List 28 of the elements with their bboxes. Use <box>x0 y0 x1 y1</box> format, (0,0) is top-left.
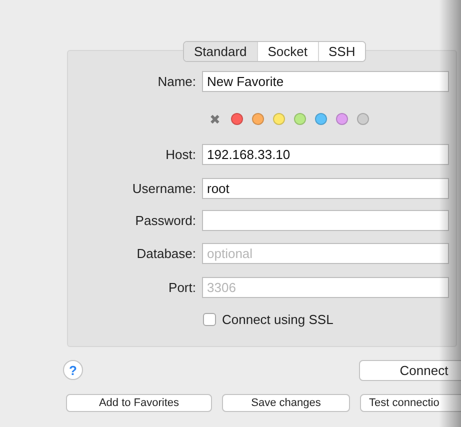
color-swatch[interactable] <box>252 113 264 125</box>
action-button[interactable]: Save changes <box>222 394 350 412</box>
input-field[interactable]: 3306 <box>202 276 449 298</box>
field-label: Name: <box>156 74 197 88</box>
action-button[interactable]: Test connectio <box>360 394 461 412</box>
input-field[interactable]: root <box>202 178 449 198</box>
field-label: Username: <box>131 180 197 196</box>
checkbox-label: Connect using SSL <box>222 312 334 327</box>
input-field[interactable]: optional <box>202 242 449 264</box>
field-label: Port: <box>168 280 197 294</box>
input-field[interactable]: 192.168.33.10 <box>202 144 449 164</box>
color-swatch[interactable] <box>315 113 327 125</box>
name-field[interactable]: New Favorite <box>202 70 449 92</box>
tab[interactable]: Standard <box>184 42 257 61</box>
color-swatch[interactable] <box>231 113 243 125</box>
tab[interactable]: SSH <box>318 42 366 61</box>
field-label: Host: <box>164 146 197 162</box>
field-label: Password: <box>134 212 197 228</box>
action-button[interactable]: Add to Favorites <box>66 394 212 412</box>
color-swatch[interactable] <box>357 113 369 125</box>
connect-button[interactable]: Connect <box>359 360 461 380</box>
ssl-checkbox[interactable] <box>203 313 216 326</box>
help-button[interactable]: ? <box>63 360 83 380</box>
input-field[interactable] <box>202 210 449 230</box>
color-swatch[interactable] <box>273 113 285 125</box>
color-swatch[interactable] <box>336 113 348 125</box>
color-swatch[interactable] <box>294 113 306 125</box>
field-label: Database: <box>136 246 197 260</box>
